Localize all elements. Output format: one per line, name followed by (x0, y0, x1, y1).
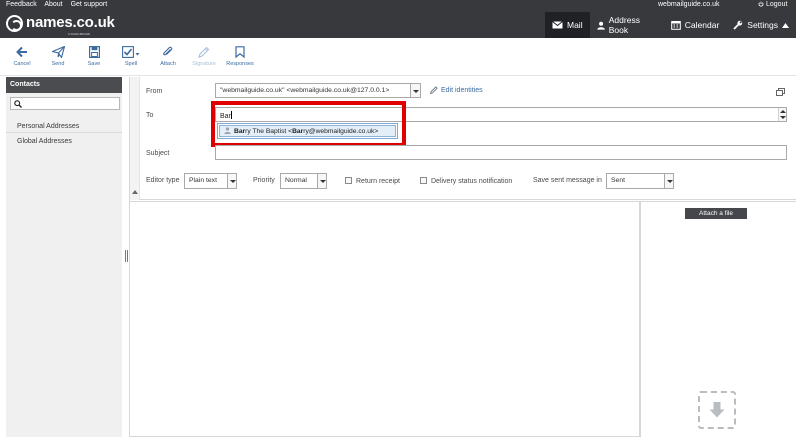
bookmark-icon (235, 46, 245, 58)
compose-toolbar: Cancel Send Save Spell Attach Signature … (0, 38, 796, 76)
address-book-global[interactable]: Global Addresses (17, 138, 72, 145)
subject-label: Subject (146, 150, 170, 157)
contacts-header: Contacts (6, 77, 122, 93)
from-value: "webmailguide.co.uk" <webmailguide.co.uk… (220, 87, 390, 94)
return-receipt-label: Return receipt (356, 178, 400, 185)
edit-identities-label: Edit identities (441, 86, 483, 94)
delivery-status-label: Delivery status notification (431, 178, 513, 185)
logo-text: names.co.uk (26, 14, 115, 31)
spell-button[interactable]: Spell (113, 46, 149, 67)
nav-address-book-label: Address Book (608, 15, 640, 35)
chevron-down-icon (410, 84, 420, 97)
power-icon (758, 1, 764, 7)
top-bar: Feedback About Get support webmailguide.… (0, 0, 796, 38)
signature-button[interactable]: Signature (186, 46, 222, 67)
nav-mail-label: Mail (567, 20, 583, 30)
address-book-personal[interactable]: Personal Addresses (17, 123, 79, 130)
edit-identities-link[interactable]: Edit identities (429, 86, 483, 95)
pencil-icon (429, 86, 438, 95)
return-receipt-checkbox[interactable] (345, 177, 352, 184)
wrench-icon (733, 20, 743, 30)
file-drop-zone[interactable] (698, 391, 736, 429)
save-sent-label: Save sent message in (533, 177, 602, 184)
contacts-search-input[interactable] (10, 97, 120, 110)
return-receipt-option[interactable]: Return receipt (345, 177, 400, 185)
to-label: To (146, 112, 154, 119)
sidebar-divider (6, 132, 122, 133)
envelope-icon (552, 21, 563, 29)
send-label: Send (51, 61, 65, 67)
send-button[interactable]: Send (40, 46, 76, 67)
calendar-icon (670, 21, 681, 30)
responses-label: Responses (226, 61, 254, 67)
delivery-status-option[interactable]: Delivery status notification (420, 177, 512, 185)
nav-settings-label: Settings (747, 20, 778, 30)
user-info: webmailguide.co.uk Logout (0, 1, 796, 11)
editor-type-select[interactable]: Plain text (184, 173, 237, 189)
spell-check-icon (122, 46, 140, 58)
logout-label: Logout (766, 1, 788, 8)
priority-value: Normal (285, 177, 307, 184)
logout-button[interactable]: Logout (758, 1, 787, 8)
priority-select[interactable]: Normal (280, 173, 327, 189)
save-sent-select[interactable]: Sent (606, 173, 674, 189)
chevron-down-icon (227, 174, 236, 188)
compose-panel: From "webmailguide.co.uk" <webmailguide.… (129, 77, 796, 437)
collapse-headers-icon[interactable] (132, 190, 138, 194)
nav-address-book[interactable]: Address Book (590, 12, 664, 38)
nav-calendar-label: Calendar (684, 20, 720, 30)
editor-type-label: Editor type (146, 177, 180, 184)
download-arrow-icon (709, 402, 725, 418)
floppy-disk-icon (88, 46, 100, 58)
nav-mail[interactable]: Mail (545, 12, 590, 38)
logo-tagline: A DADA BRAND (68, 32, 91, 36)
pen-icon (198, 46, 210, 58)
caret-up-icon (782, 22, 789, 28)
paper-plane-icon (51, 46, 65, 58)
priority-label: Priority (253, 177, 275, 184)
cancel-button[interactable]: Cancel (4, 46, 40, 67)
paperclip-icon (163, 46, 173, 56)
to-scroll-arrows[interactable] (778, 108, 786, 121)
logo-mark-icon (6, 15, 23, 32)
attachments-panel: Attach a file (640, 201, 796, 437)
nav-settings[interactable]: Settings (726, 12, 796, 38)
compose-headers: From "webmailguide.co.uk" <webmailguide.… (130, 77, 796, 200)
maximize-icon[interactable] (776, 83, 785, 101)
arrow-left-icon (16, 46, 27, 58)
attach-button[interactable]: Attach (150, 46, 186, 67)
annotation-highlight-box (211, 101, 406, 147)
attach-label: Attach (160, 61, 176, 67)
signature-label: Signature (192, 61, 216, 67)
editor-type-value: Plain text (189, 177, 217, 184)
message-body-editor[interactable] (130, 201, 640, 437)
subject-input[interactable] (215, 145, 787, 160)
from-select[interactable]: "webmailguide.co.uk" <webmailguide.co.uk… (215, 83, 421, 98)
search-icon (14, 100, 22, 108)
person-icon (596, 21, 605, 30)
compose-options: Editor type Plain text Priority Normal R… (130, 173, 796, 189)
spell-label: Spell (124, 61, 138, 67)
contacts-sidebar: Contacts Personal Addresses Global Addre… (6, 77, 122, 437)
sidebar-splitter[interactable] (125, 250, 128, 262)
save-button[interactable]: Save (76, 46, 112, 67)
chevron-down-icon (664, 174, 673, 188)
main-nav: Mail Address Book Calendar Settings (545, 12, 796, 38)
responses-button[interactable]: Responses (222, 46, 258, 67)
attach-file-button[interactable]: Attach a file (685, 208, 747, 219)
cancel-label: Cancel (13, 61, 31, 67)
user-email: webmailguide.co.uk (658, 1, 720, 8)
webmail-app: Feedback About Get support webmailguide.… (0, 0, 796, 448)
save-label: Save (87, 61, 101, 67)
nav-calendar[interactable]: Calendar (664, 12, 727, 38)
chevron-down-icon (317, 174, 326, 188)
from-label: From (146, 88, 163, 95)
save-sent-value: Sent (611, 177, 625, 184)
delivery-status-checkbox[interactable] (420, 177, 427, 184)
